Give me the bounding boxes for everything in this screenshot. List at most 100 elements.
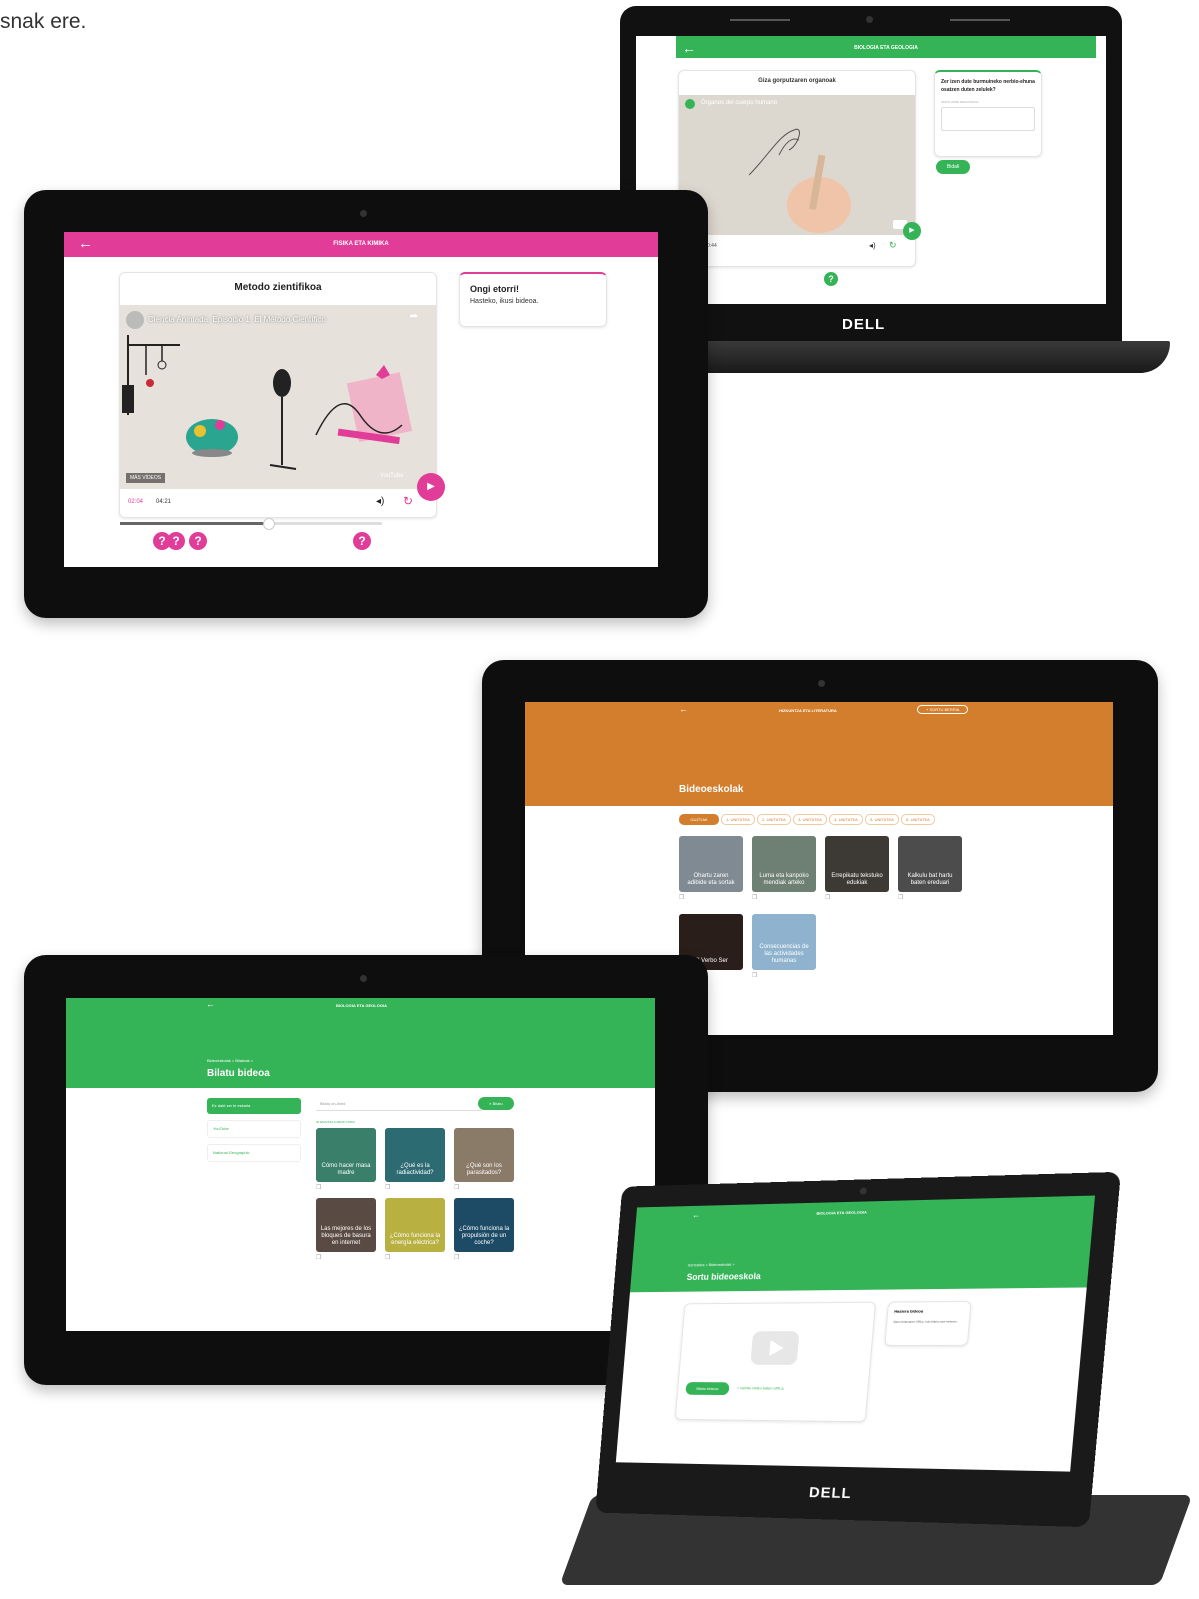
video-placeholder-icon xyxy=(750,1331,800,1365)
video-player[interactable]: Ciencia Animada. Episodio 1. El Método C… xyxy=(120,305,436,489)
thumbnail-caption: ¿Qué es la radiactividad? xyxy=(396,1163,434,1176)
copy-icon[interactable]: ❐ xyxy=(316,1184,321,1191)
filter-chip[interactable]: 1. UNITATEA xyxy=(721,814,755,825)
submit-button[interactable]: Bidali xyxy=(936,160,970,174)
dell-logo: DELL xyxy=(842,316,886,333)
video-thumbnail[interactable]: ¿Qué son los parasitados? xyxy=(454,1128,514,1182)
info-card-text: Sartu bideoaren URLa, edo bilatu zure tr… xyxy=(893,1319,960,1324)
video-card-title: Giza gorputzaren organoak xyxy=(758,78,836,84)
header-title: BIOLOGIA ETA GEOLOGIA xyxy=(816,1209,868,1216)
copy-icon[interactable]: ❐ xyxy=(752,894,757,901)
sidebar-item-youtube[interactable]: YouTube xyxy=(207,1120,301,1138)
filter-chip[interactable]: 2. UNITATEA xyxy=(757,814,791,825)
back-arrow-icon[interactable]: ← xyxy=(206,999,215,1009)
video-thumbnail[interactable]: Ohartu zaren adibide eta sortak xyxy=(679,836,743,892)
create-new-button[interactable]: + SORTU BERRIA xyxy=(917,705,969,714)
replay-icon[interactable]: ↻ xyxy=(889,240,897,251)
progress-track[interactable] xyxy=(120,518,382,530)
add-url-link[interactable]: + Gehitu bideo baten URLa xyxy=(737,1385,784,1390)
video-thumbnail[interactable]: ¿Qué es la radiactividad? xyxy=(385,1128,445,1182)
back-arrow-icon[interactable]: ← xyxy=(692,1210,701,1220)
copy-icon[interactable]: ❐ xyxy=(454,1184,459,1191)
thumbnail-caption: Cómo hacer masa madre xyxy=(321,1163,371,1176)
header-title: HIZKUNTZA ETA LITERATURA xyxy=(779,708,837,713)
copy-icon[interactable]: ❐ xyxy=(385,1184,390,1191)
camera-icon xyxy=(818,680,825,687)
youtube-logo: YouTube xyxy=(380,473,404,479)
copy-icon[interactable]: ❐ xyxy=(316,1254,321,1261)
time-current: 02:04 xyxy=(128,499,144,505)
thumbnail-caption: ¿Cómo funciona la energía eléctrica? xyxy=(389,1233,441,1246)
search-button[interactable]: ⌕ Bilatu xyxy=(478,1097,514,1110)
laptop-device-create: ← BIOLOGIA ETA GEOLOGIA Sortzailea > Bid… xyxy=(556,1171,1196,1599)
time-total: 04:21 xyxy=(156,499,172,505)
search-video-button[interactable]: Bilatu bideoa xyxy=(685,1382,730,1396)
answer-label: IDATZI ZURE ERANTZUNA xyxy=(941,100,979,104)
answer-input[interactable] xyxy=(941,107,1035,131)
sidebar-item-active[interactable]: Ez dakt zer le eskaria xyxy=(207,1098,301,1114)
info-card: Hasiera bideoa Sartu bideoaren URLa, edo… xyxy=(884,1300,972,1346)
question-marker[interactable]: ? xyxy=(167,532,185,550)
replay-icon[interactable]: ↻ xyxy=(403,494,413,508)
breadcrumb[interactable]: Sortzailea > Bideoeskolak > xyxy=(688,1262,735,1268)
thumbnail-caption: Kalkulu bat hartu baten ereduari xyxy=(907,873,953,886)
thumbnail-caption: Ohartu zaren adibide eta sortak xyxy=(687,873,735,886)
copy-icon[interactable]: ❐ xyxy=(825,894,830,901)
question-marker[interactable]: ? xyxy=(189,532,207,550)
camera-icon xyxy=(859,1187,868,1195)
copy-icon[interactable]: ❐ xyxy=(752,972,757,979)
filter-chip[interactable]: 5. UNITATEA xyxy=(865,814,899,825)
thumbnail-caption: ¿Qué son los parasitados? xyxy=(466,1163,502,1176)
copy-icon[interactable]: ❐ xyxy=(454,1254,459,1261)
back-arrow-icon[interactable]: ← xyxy=(78,235,93,252)
camera-icon xyxy=(360,210,367,217)
copy-icon[interactable]: ❐ xyxy=(385,1254,390,1261)
filter-chip[interactable]: 4. UNITATEA xyxy=(829,814,863,825)
breadcrumb[interactable]: Bideoeskolak > Bilatuak > xyxy=(207,1058,253,1063)
video-thumbnail[interactable]: ¿Cómo funciona la propulsión de un coche… xyxy=(454,1198,514,1252)
welcome-card: Ongi etorri! Hasteko, ikusi bideoa. xyxy=(459,272,607,327)
search-input[interactable]: Bilatu on-lined xyxy=(316,1098,482,1111)
copy-icon[interactable]: ❐ xyxy=(679,894,684,901)
thumbnail-caption: ¿Cómo funciona la propulsión de un coche… xyxy=(458,1226,510,1246)
thumbnail-caption: Consecuencias de las actividades humanas xyxy=(759,944,809,964)
video-thumbnail[interactable]: Luma eta kanpoko mendiak arteko xyxy=(752,836,816,892)
video-player[interactable]: Órganos del cuerpo humano xyxy=(679,95,915,235)
page-title: Sortu bideoeskola xyxy=(686,1271,762,1282)
cartoon-illustration xyxy=(122,335,413,470)
back-arrow-icon[interactable]: ← xyxy=(679,704,688,714)
camera-icon xyxy=(866,16,873,23)
question-marker[interactable]: ? xyxy=(353,532,371,550)
filter-chip[interactable]: 6. UNITATEA xyxy=(901,814,935,825)
video-thumbnail[interactable]: Errepikatu tekstuko edukiak xyxy=(825,836,889,892)
progress-thumb[interactable] xyxy=(263,518,275,530)
hero-banner: ← HIZKUNTZA ETA LITERATURA + SORTU BERRI… xyxy=(525,702,1113,806)
filter-chip[interactable]: 3. UNITATEA xyxy=(793,814,827,825)
video-thumbnail[interactable]: Kalkulu bat hartu baten ereduari xyxy=(898,836,962,892)
thumbnail-caption: Errepikatu tekstuko edukiak xyxy=(831,873,883,886)
video-thumbnail[interactable]: Cómo hacer masa madre xyxy=(316,1128,376,1182)
sidebar: Ez dakt zer le eskaria YouTube National … xyxy=(207,1098,301,1162)
video-thumbnail[interactable]: Las mejores de los bloques de basura en … xyxy=(316,1198,376,1252)
header-title: FISIKA ETA KIMIKA xyxy=(333,241,389,247)
copy-icon[interactable]: ❐ xyxy=(898,894,903,901)
thumbnail-caption: Las mejores de los bloques de basura en … xyxy=(320,1226,372,1246)
header-bar: ← BIOLOGIA ETA GEOLOGIA xyxy=(676,36,1096,58)
filter-chip[interactable]: GUZTIAK xyxy=(679,814,719,825)
video-card: Giza gorputzaren organoak Órganos del cu… xyxy=(678,70,921,267)
volume-icon[interactable]: ◂) xyxy=(869,241,876,250)
sidebar-item-natgeo[interactable]: National Geographic xyxy=(207,1144,301,1162)
question-marker[interactable]: ? xyxy=(824,272,838,286)
header-title: BIOLOGIA ETA GEOLOGIA xyxy=(336,1003,387,1008)
volume-icon[interactable]: ◂) xyxy=(376,496,384,507)
video-thumbnail[interactable]: Consecuencias de las actividades humanas xyxy=(752,914,816,970)
dell-logo: DELL xyxy=(808,1484,853,1503)
play-button[interactable]: ▶ xyxy=(417,473,445,501)
more-videos-label[interactable]: MÁS VÍDEOS xyxy=(126,473,166,483)
play-button[interactable]: ▶ xyxy=(903,222,921,240)
back-arrow-icon[interactable]: ← xyxy=(682,40,696,56)
time-display: 0:44 xyxy=(707,243,717,249)
video-placeholder-card: Bilatu bideoa + Gehitu bideo baten URLa xyxy=(674,1301,877,1423)
video-thumbnail[interactable]: ¿Cómo funciona la energía eléctrica? xyxy=(385,1198,445,1252)
filter-chips: GUZTIAK 1. UNITATEA 2. UNITATEA 3. UNITATEA… xyxy=(679,814,1099,825)
